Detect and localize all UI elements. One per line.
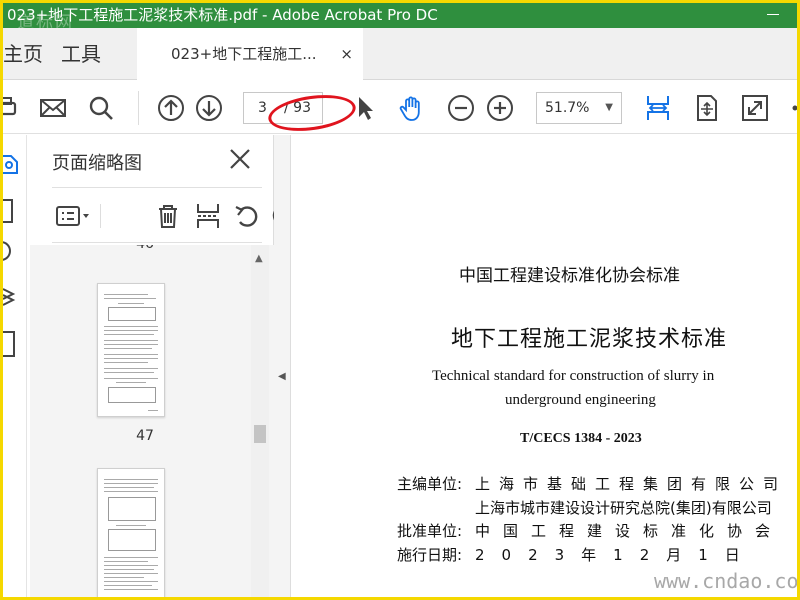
rotate-page-icon[interactable] [234,202,262,230]
toolbar-divider [138,91,139,125]
pane-collapse-handle[interactable]: ◀ [274,135,290,597]
zoom-out-icon[interactable] [447,94,475,122]
more-options-icon[interactable] [789,94,797,122]
email-icon[interactable] [39,94,67,122]
tab-row: 主页 工具 023+地下工程施工... × [3,28,797,80]
chevron-down-icon: ▼ [605,102,613,113]
previous-page-icon[interactable] [157,94,185,122]
effective-date: 2023年12月1日 [475,546,757,564]
document-title-en-2: underground engineering [505,392,656,408]
approver-label: 批准单位: [397,522,463,540]
panel-toolbar [52,187,282,243]
fit-width-icon[interactable] [644,94,672,122]
minimize-icon[interactable] [767,14,779,15]
document-org: 中国工程建设标准化协会标准 [459,266,680,286]
document-view: 中国工程建设标准化协会标准 地下工程施工泥浆技术标准 Technical sta… [290,135,797,597]
site-watermark: 道标网 [17,13,74,28]
close-icon[interactable] [228,147,252,171]
panel-divider [100,204,101,228]
scroll-up-icon[interactable]: ▲ [255,253,263,264]
document-code: T/CECS 1384 - 2023 [520,431,642,446]
thumbnail-label: 47 [136,428,154,444]
editor-unit-2: 上海市城市建设设计研究总院(集团)有限公司 [475,499,772,517]
signatures-icon[interactable] [3,331,15,357]
navigation-pane-icons [3,135,27,597]
panel-title: 页面缩略图 [52,153,142,174]
approver-unit: 中国工程建设标准化协会 [475,522,784,540]
zoom-value: 51.7% [545,100,590,116]
toolbar: 3 / 93 51.7% ▼ [3,81,797,134]
insert-page-icon[interactable] [194,202,222,230]
thumbnail-scrollbar[interactable]: ▲ [251,245,269,597]
page-thumbnail[interactable] [97,283,165,417]
date-label: 施行日期: [397,546,463,564]
search-icon[interactable] [87,94,115,122]
site-watermark-url: www.cndao.com [654,569,797,593]
editor-label: 主编单位: [397,475,463,493]
document-title: 地下工程施工泥浆技术标准 [451,327,728,352]
page-thumbnail[interactable] [97,468,165,597]
editor-unit-1: 上海市基础工程集团有限公司 [475,475,788,493]
page-thumbnails-icon[interactable] [3,153,21,175]
document-title-en: Technical standard for construction of s… [432,368,715,384]
thumbnail-list: 46 47 [30,245,274,597]
full-screen-icon[interactable] [741,94,769,122]
current-page-input[interactable]: 3 [258,93,267,123]
page-thumbnails-panel: 页面缩略图 46 [30,135,282,597]
zoom-dropdown[interactable]: 51.7% ▼ [536,92,622,124]
thumbnail-label: 46 [30,245,260,252]
next-page-icon[interactable] [195,94,223,122]
acrobat-window: 023+地下工程施工泥浆技术标准.pdf - Adobe Acrobat Pro… [3,3,797,597]
page-view-icon[interactable] [693,94,721,122]
tab-document[interactable]: 023+地下工程施工... × [137,28,363,80]
tab-close-icon[interactable]: × [340,28,353,80]
bookmarks-icon[interactable] [3,199,13,223]
title-bar: 023+地下工程施工泥浆技术标准.pdf - Adobe Acrobat Pro… [3,3,797,28]
options-menu-icon[interactable] [56,202,89,230]
hand-tool-icon[interactable] [398,94,426,122]
print-icon[interactable] [3,94,19,122]
zoom-in-icon[interactable] [486,94,514,122]
tab-tools[interactable]: 工具 [61,28,101,80]
collapse-arrow-icon: ◀ [278,371,286,382]
tab-home[interactable]: 主页 [3,28,43,80]
delete-page-icon[interactable] [154,202,182,230]
tab-document-label: 023+地下工程施工... [171,45,317,63]
layers-icon[interactable] [3,285,17,307]
attachments-icon[interactable] [3,241,11,261]
scrollbar-thumb[interactable] [254,425,266,443]
